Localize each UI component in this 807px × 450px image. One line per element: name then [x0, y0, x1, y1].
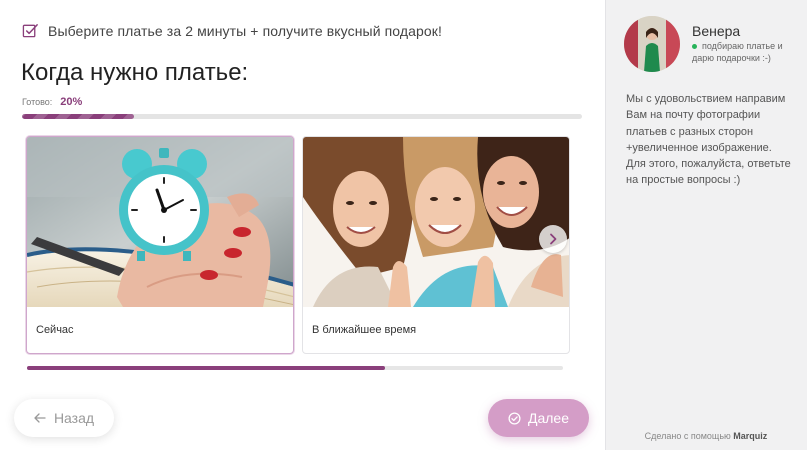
next-button-label: Далее	[527, 410, 569, 426]
credit-prefix: Сделано с помощью	[644, 431, 731, 441]
promo-banner: Выберите платье за 2 минуты + получите в…	[22, 22, 442, 39]
arrow-left-icon	[34, 413, 46, 423]
online-indicator	[692, 43, 697, 49]
options-carousel: Сейчас В ближайшее время	[26, 136, 570, 356]
option-card-now[interactable]: Сейчас	[26, 136, 294, 354]
chevron-right-icon	[550, 233, 557, 245]
avatar	[624, 16, 680, 72]
progress-label: Готово:	[22, 97, 53, 107]
option-card-soon[interactable]: В ближайшее время	[302, 136, 570, 354]
next-button[interactable]: Далее	[488, 399, 589, 437]
back-button[interactable]: Назад	[14, 399, 114, 437]
progress-status: Готово: 20%	[22, 96, 82, 108]
footer-credit[interactable]: Сделано с помощью Marquiz	[606, 431, 806, 441]
progress-bar	[22, 114, 582, 119]
smiling-women-photo	[303, 137, 569, 307]
consultant-status-text: подбираю платье и дарю подарочки :-)	[692, 41, 783, 63]
carousel-scrollbar-thumb[interactable]	[27, 366, 385, 370]
credit-brand: Marquiz	[733, 431, 768, 441]
consultant-message: Мы с удовольствием направим Вам на почту…	[626, 91, 798, 189]
consultant-name: Венера	[692, 23, 741, 39]
back-button-label: Назад	[53, 410, 95, 426]
checklist-icon	[22, 24, 38, 38]
progress-percent: 20%	[60, 96, 83, 108]
quiz-panel: Выберите платье за 2 минуты + получите в…	[0, 0, 605, 450]
consultant-sidebar: Венера подбираю платье и дарю подарочки …	[605, 0, 807, 450]
carousel-scrollbar[interactable]	[27, 366, 563, 370]
option-label: Сейчас	[36, 324, 74, 336]
check-circle-icon	[508, 411, 521, 425]
alarm-clock-photo	[27, 137, 293, 307]
question-title: Когда нужно платье:	[21, 59, 249, 86]
promo-text: Выберите платье за 2 минуты + получите в…	[48, 22, 443, 39]
consultant-message-text: Мы с удовольствием направим Вам на почту…	[626, 93, 791, 187]
option-label: В ближайшее время	[312, 324, 417, 336]
carousel-next-button[interactable]	[539, 225, 567, 253]
progress-bar-fill	[22, 114, 134, 119]
consultant-status: подбираю платье и дарю подарочки :-)	[692, 40, 802, 64]
